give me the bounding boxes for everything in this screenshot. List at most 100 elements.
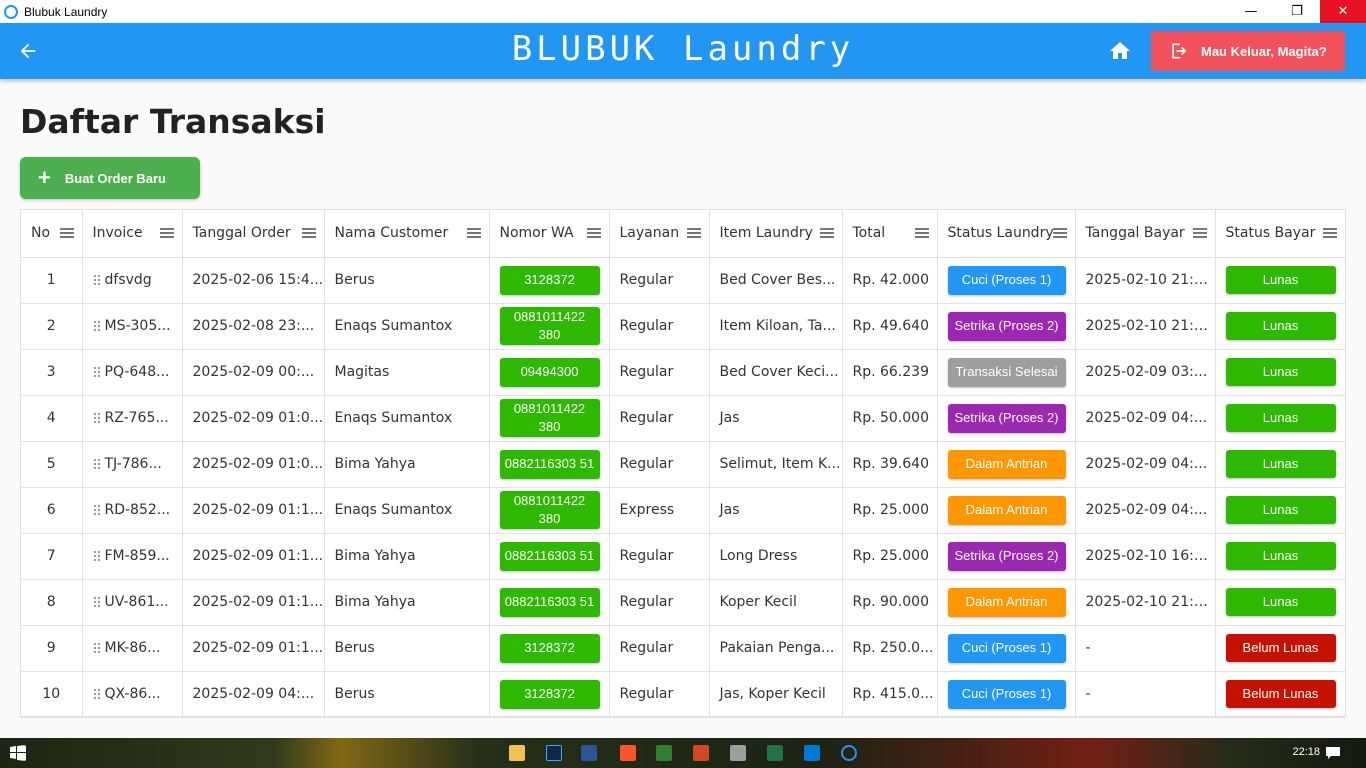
whatsapp-number-button[interactable]: 0882116303 51 (499, 541, 600, 571)
whatsapp-number-button[interactable]: 0881011422 380 (499, 398, 600, 438)
column-header-nomor-wa[interactable]: Nomor WA (489, 210, 610, 258)
table-row[interactable]: 3 PQ-648... 2025-02-09 00:... Magitas 094943… (21, 349, 1345, 396)
home-button[interactable] (1108, 39, 1132, 63)
column-header-item-laundry[interactable]: Item Laundry (709, 210, 843, 258)
status-bayar-badge[interactable]: Lunas (1225, 542, 1336, 570)
table-row[interactable]: 4 RZ-765... 2025-02-09 01:0... Enaqs Sumant… (21, 395, 1345, 442)
cell-no: 4 (21, 395, 83, 442)
close-button[interactable]: ✕ (1320, 0, 1366, 23)
drag-handle-icon[interactable] (92, 274, 101, 286)
cell-status-bayar: Lunas (1215, 441, 1345, 488)
minimize-button[interactable]: — (1228, 0, 1274, 23)
whatsapp-number-button[interactable]: 3128372 (499, 679, 600, 709)
whatsapp-number-button[interactable]: 09494300 (499, 357, 600, 387)
drag-handle-icon[interactable] (92, 550, 101, 562)
status-bayar-badge[interactable]: Lunas (1225, 588, 1336, 616)
status-bayar-badge[interactable]: Belum Lunas (1225, 634, 1336, 662)
column-menu-icon[interactable] (586, 228, 601, 238)
column-menu-icon[interactable] (914, 228, 929, 238)
status-bayar-badge[interactable]: Lunas (1225, 358, 1336, 386)
vscode-icon[interactable] (804, 745, 820, 761)
notification-icon[interactable] (1325, 745, 1341, 761)
new-order-button[interactable]: + Buat Order Baru (20, 157, 200, 199)
column-menu-icon[interactable] (1052, 228, 1067, 238)
column-menu-icon[interactable] (466, 228, 481, 238)
drag-handle-icon[interactable] (92, 504, 101, 516)
status-bayar-badge[interactable]: Belum Lunas (1225, 680, 1336, 708)
column-menu-icon[interactable] (301, 228, 316, 238)
status-bayar-badge[interactable]: Lunas (1225, 450, 1336, 478)
column-header-nama-customer[interactable]: Nama Customer (324, 210, 490, 258)
whatsapp-number-button[interactable]: 0881011422 380 (499, 490, 600, 530)
table-row[interactable]: 1 dfsvdg 2025-02-06 15:4... Berus 3128372 Reg… (21, 257, 1345, 304)
table-row[interactable]: 10 QX-86... 2025-02-09 04:... Berus 3128372 R… (21, 671, 1345, 718)
status-bayar-badge[interactable]: Lunas (1225, 496, 1336, 524)
whatsapp-number-button[interactable]: 3128372 (499, 633, 600, 663)
file-explorer-icon[interactable] (509, 745, 525, 761)
drag-handle-icon[interactable] (92, 688, 101, 700)
column-menu-icon[interactable] (59, 228, 74, 238)
windows-start-icon[interactable] (10, 745, 26, 761)
column-header-invoice[interactable]: Invoice (82, 210, 183, 258)
drag-handle-icon[interactable] (92, 412, 101, 424)
table-row[interactable]: 2 MS-305... 2025-02-08 23:... Enaqs Sumanto… (21, 303, 1345, 350)
excel-icon[interactable] (767, 745, 783, 761)
whatsapp-number-button[interactable]: 0881011422 380 (499, 306, 600, 346)
column-header-tanggal-bayar[interactable]: Tanggal Bayar (1075, 210, 1216, 258)
column-menu-icon[interactable] (1323, 228, 1337, 238)
whatsapp-number-button[interactable]: 3128372 (499, 265, 600, 295)
status-laundry-badge[interactable]: Setrika (Proses 2) (947, 403, 1066, 433)
blubuk-laundry-taskbar-icon[interactable] (841, 745, 857, 761)
column-header-layanan[interactable]: Layanan (609, 210, 710, 258)
status-laundry-badge[interactable]: Transaksi Selesai (947, 357, 1066, 387)
status-laundry-badge[interactable]: Cuci (Proses 1) (947, 265, 1066, 295)
brave-browser-icon[interactable] (620, 745, 636, 761)
status-bayar-badge[interactable]: Lunas (1225, 312, 1336, 340)
taskbar-clock[interactable]: 22:18 (1292, 746, 1320, 758)
drag-handle-icon[interactable] (92, 320, 101, 332)
drag-handle-icon[interactable] (92, 642, 101, 654)
column-menu-icon[interactable] (159, 228, 174, 238)
cell-status-laundry: Setrika (Proses 2) (937, 533, 1076, 580)
status-laundry-badge[interactable]: Cuci (Proses 1) (947, 633, 1066, 663)
logout-button[interactable]: Mau Keluar, Magita? (1151, 31, 1345, 71)
column-header-tanggal-order[interactable]: Tanggal Order (182, 210, 325, 258)
table-row[interactable]: 5 TJ-786... 2025-02-09 01:0... Bima Yahya 08… (21, 441, 1345, 488)
status-laundry-badge[interactable]: Dalam Antrian (947, 449, 1066, 479)
column-menu-icon[interactable] (686, 228, 701, 238)
cell-item-laundry: Pakaian Penga... (709, 625, 843, 672)
status-laundry-badge[interactable]: Dalam Antrian (947, 587, 1066, 617)
calculator-icon[interactable] (656, 745, 672, 761)
table-row[interactable]: 9 MK-86... 2025-02-09 01:1... Berus 3128372 R… (21, 625, 1345, 672)
status-bayar-badge[interactable]: Lunas (1225, 266, 1336, 294)
table-row[interactable]: 6 RD-852... 2025-02-09 01:1... Enaqs Sumant… (21, 487, 1345, 534)
column-header-no[interactable]: No (21, 210, 83, 258)
status-laundry-badge[interactable]: Dalam Antrian (947, 495, 1066, 525)
whatsapp-number-button[interactable]: 0882116303 51 (499, 449, 600, 479)
column-header-status-laundry[interactable]: Status Laundry (937, 210, 1076, 258)
drag-handle-icon[interactable] (92, 366, 101, 378)
photoshop-icon[interactable] (546, 745, 562, 761)
drag-handle-icon[interactable] (92, 596, 101, 608)
column-menu-icon[interactable] (819, 228, 834, 238)
cell-tanggal-bayar: - (1075, 625, 1216, 672)
cell-tanggal-bayar: 2025-02-09 04:... (1075, 487, 1216, 534)
column-header-status-bayar[interactable]: Status Bayar (1215, 210, 1345, 258)
column-header-total[interactable]: Total (842, 210, 938, 258)
maximize-button[interactable]: ❐ (1274, 0, 1320, 23)
cell-tanggal-order: 2025-02-09 01:1... (182, 625, 325, 672)
whatsapp-number-button[interactable]: 0882116303 51 (499, 587, 600, 617)
status-bayar-badge[interactable]: Lunas (1225, 404, 1336, 432)
column-menu-icon[interactable] (1192, 228, 1207, 238)
status-laundry-badge[interactable]: Setrika (Proses 2) (947, 311, 1066, 341)
cell-layanan: Regular (609, 625, 710, 672)
drag-handle-icon[interactable] (92, 458, 101, 470)
cell-tanggal-bayar: 2025-02-09 03:... (1075, 349, 1216, 396)
table-row[interactable]: 8 UV-861... 2025-02-09 01:1... Bima Yahya 08… (21, 579, 1345, 626)
table-row[interactable]: 7 FM-859... 2025-02-09 01:1... Bima Yahya 08… (21, 533, 1345, 580)
powerpoint-icon[interactable] (693, 745, 709, 761)
word-icon[interactable] (581, 745, 597, 761)
status-laundry-badge[interactable]: Setrika (Proses 2) (947, 541, 1066, 571)
app-icon[interactable] (730, 745, 746, 761)
status-laundry-badge[interactable]: Cuci (Proses 1) (947, 679, 1066, 709)
